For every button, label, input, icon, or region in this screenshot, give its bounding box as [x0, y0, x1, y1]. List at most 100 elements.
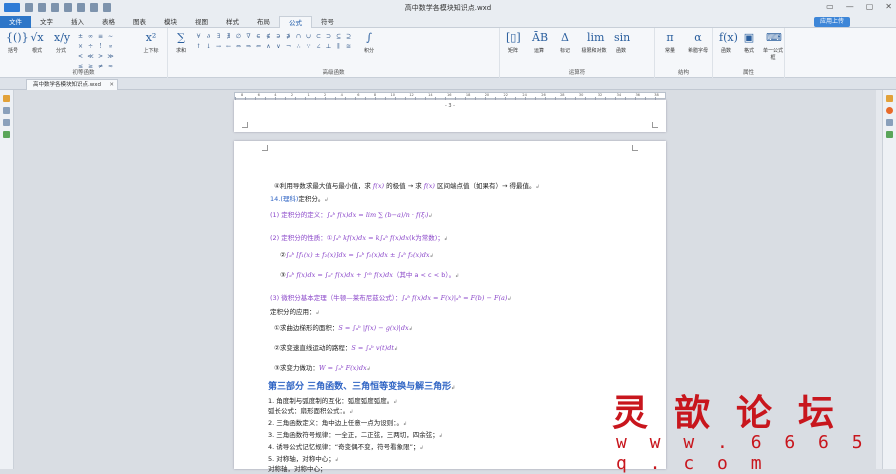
- symbol-button[interactable]: ∞: [86, 32, 95, 41]
- tab-formula[interactable]: 公式: [279, 16, 312, 28]
- symbol-button[interactable]: ¬: [284, 42, 293, 51]
- list-text: 3. 三角函数符号规律：一全正，二正弦，三两切，四余弦；: [268, 431, 439, 439]
- document-page[interactable]: ④利用导数求最大值与最小值，求 f(x) 的极值 → 求 f(x) 区间端点值（…: [234, 141, 666, 473]
- symbol-button[interactable]: ∥: [334, 42, 343, 51]
- symbol-button[interactable]: ×: [76, 42, 85, 51]
- list-text: 对称轴，对称中心；: [268, 465, 327, 473]
- tab-table[interactable]: 表格: [93, 16, 124, 28]
- symbol-button[interactable]: ÷: [86, 42, 95, 51]
- sum-label: 求和: [175, 48, 186, 54]
- page-icon[interactable]: [3, 107, 10, 114]
- integral-button[interactable]: ∫ 积分: [358, 31, 380, 54]
- list-item: 弧长公式：扇形面积公式：。↲: [268, 405, 353, 415]
- tab-view[interactable]: 视图: [186, 16, 217, 28]
- outline-icon[interactable]: [3, 131, 10, 138]
- symbol-button[interactable]: ↑: [194, 42, 203, 51]
- symbol-button[interactable]: ∋: [274, 32, 283, 41]
- symbol-button[interactable]: ∌: [284, 32, 293, 41]
- symbol-button[interactable]: ∂: [204, 32, 213, 41]
- symbol-button[interactable]: ∵: [304, 42, 313, 51]
- document-tab[interactable]: 高中数学各模块知识点.wxd ✕: [26, 79, 118, 90]
- restore-icon[interactable]: ▭: [826, 2, 834, 11]
- symbol-button[interactable]: ⊥: [324, 42, 333, 51]
- limit-log-button[interactable]: lim 极限和对数: [580, 31, 608, 54]
- shape-icon[interactable]: [886, 107, 893, 114]
- symbol-button[interactable]: ≫: [106, 52, 115, 61]
- page-number: - 3 -: [445, 103, 455, 109]
- tab-layout[interactable]: 布局: [248, 16, 279, 28]
- tab-file[interactable]: 文件: [0, 16, 31, 28]
- document-line: (2) 定积分的性质：①∫ₐᵇ kf(x)dx = k∫ₐᵇ f(x)dx(k为…: [270, 232, 448, 242]
- symbol-button[interactable]: ∅: [234, 32, 243, 41]
- minimize-icon[interactable]: —: [846, 2, 854, 11]
- symbol-button[interactable]: ∧: [264, 42, 273, 51]
- tab-insert[interactable]: 插入: [62, 16, 93, 28]
- format-button[interactable]: ▣ 格式: [738, 31, 760, 54]
- close-icon[interactable]: ✕: [885, 2, 892, 11]
- symbol-button[interactable]: !: [96, 42, 105, 51]
- radical-button[interactable]: √x 根式: [26, 31, 48, 54]
- symbol-button[interactable]: ∨: [274, 42, 283, 51]
- single-formula-button[interactable]: ⌨ 单一公式框: [761, 31, 785, 61]
- matrix-button[interactable]: [▯] 矩阵: [502, 31, 524, 54]
- function-button[interactable]: sin 函数: [610, 31, 632, 54]
- symbol-button[interactable]: ⊇: [344, 32, 353, 41]
- tab-style[interactable]: 样式: [217, 16, 248, 28]
- symbol-button[interactable]: ∉: [264, 32, 273, 41]
- symbol-button[interactable]: ⊃: [324, 32, 333, 41]
- symbol-button[interactable]: ⇒: [244, 42, 253, 51]
- symbol-button[interactable]: ⇔: [234, 42, 243, 51]
- symbol-button[interactable]: ⇐: [254, 42, 263, 51]
- superscript-button[interactable]: x² 上下标: [140, 31, 162, 54]
- symbol-button[interactable]: ∀: [194, 32, 203, 41]
- operation-button[interactable]: ĀB 运算: [528, 31, 550, 54]
- symbol-button[interactable]: ∃: [214, 32, 223, 41]
- maximize-icon[interactable]: ▢: [866, 2, 874, 11]
- func-button[interactable]: f(x) 函数: [715, 31, 738, 54]
- bracket-button[interactable]: {()} 括号: [2, 31, 29, 54]
- symbol-button[interactable]: ±: [76, 32, 85, 41]
- fraction-button[interactable]: x/y 分式: [50, 31, 72, 54]
- bookmark-icon[interactable]: [3, 119, 10, 126]
- navigation-icon[interactable]: [3, 95, 10, 102]
- list-text: 1. 角度制与弧度制的互化：弧度弧度弧度。: [268, 397, 394, 405]
- style-pane-icon[interactable]: [886, 95, 893, 102]
- symbol-button[interactable]: ∄: [224, 32, 233, 41]
- symbol-button[interactable]: ⊂: [314, 32, 323, 41]
- crop-mark: [262, 145, 268, 151]
- symbol-button[interactable]: ≡: [96, 32, 105, 41]
- symbol-button[interactable]: →: [214, 42, 223, 51]
- symbol-button[interactable]: ∪: [304, 32, 313, 41]
- sum-button[interactable]: ∑ 求和: [170, 31, 192, 54]
- horizontal-ruler[interactable]: 8 6 4 2 1 2 4 6 8 10 12 14 16 18 20 22 24 26 28 30 32 34 36 38: [234, 92, 666, 100]
- symbol-button[interactable]: ≪: [86, 52, 95, 61]
- constant-button[interactable]: π 常量: [659, 31, 681, 54]
- document-line: ②∫ₐᵇ [f₁(x) ± f₂(x)]dx = ∫ₐᵇ f₁(x)dx ± ∫…: [280, 251, 434, 259]
- symbol-button[interactable]: ∼: [106, 32, 115, 41]
- symbol-button[interactable]: ∇: [244, 32, 253, 41]
- symbol-button[interactable]: ⊆: [334, 32, 343, 41]
- tab-symbol[interactable]: 符号: [312, 16, 343, 28]
- symbol-button[interactable]: ∩: [294, 32, 303, 41]
- symbol-button[interactable]: <: [76, 52, 85, 61]
- symbol-button[interactable]: ≅: [344, 42, 353, 51]
- tab-module[interactable]: 模块: [155, 16, 186, 28]
- symbol-button[interactable]: ∴: [294, 42, 303, 51]
- tab-text[interactable]: 文字: [31, 16, 62, 28]
- symbol-button[interactable]: ∈: [254, 32, 263, 41]
- greek-button[interactable]: α 希腊字母: [685, 31, 711, 54]
- symbol-button[interactable]: >: [96, 52, 105, 61]
- symbol-button[interactable]: ←: [224, 42, 233, 51]
- symbol-button[interactable]: ↓: [204, 42, 213, 51]
- ribbon-group-structure: π 常量 α 希腊字母 结构: [655, 28, 713, 78]
- paragraph-mark: ↲: [324, 197, 329, 203]
- close-tab-icon[interactable]: ✕: [109, 80, 114, 90]
- symbol-button[interactable]: ∝: [106, 42, 115, 51]
- symbol-button[interactable]: ∠: [314, 42, 323, 51]
- left-sidebar: [0, 90, 14, 469]
- accent-button[interactable]: Δ 标记: [554, 31, 576, 54]
- select-icon[interactable]: [886, 131, 893, 138]
- property-icon[interactable]: [886, 119, 893, 126]
- tab-chart[interactable]: 图表: [124, 16, 155, 28]
- cloud-upload-button[interactable]: 应用上传: [813, 17, 850, 27]
